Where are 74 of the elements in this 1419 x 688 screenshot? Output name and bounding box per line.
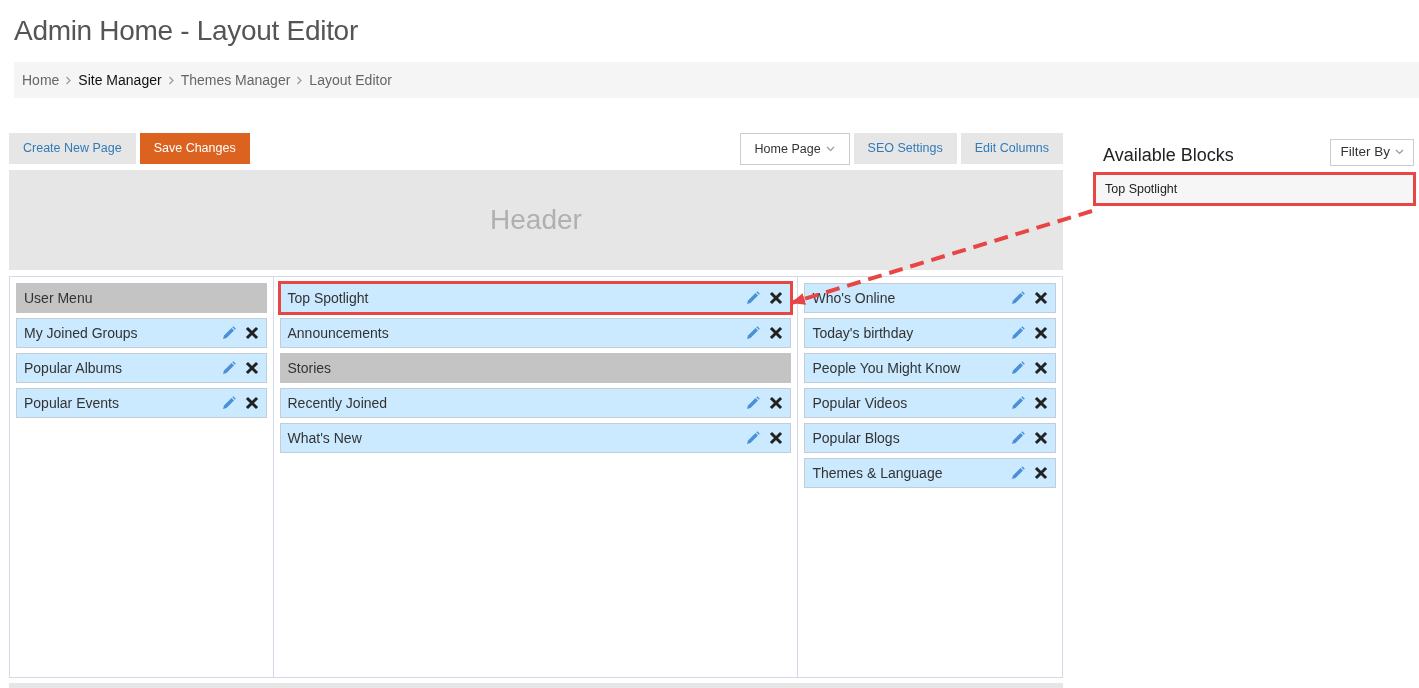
edit-icon[interactable] [1011,361,1025,375]
block-row[interactable]: Themes & Language [804,458,1056,488]
breadcrumb-link[interactable]: Site Manager [78,69,162,91]
block-row[interactable]: Popular Videos [804,388,1056,418]
close-icon[interactable] [1034,431,1048,445]
block-row[interactable]: Recently Joined [279,388,792,418]
close-icon[interactable] [244,326,259,340]
edit-icon[interactable] [221,396,236,410]
toolbar-button[interactable]: Edit Columns [960,133,1063,164]
close-icon[interactable] [1034,466,1048,480]
close-icon[interactable] [1034,396,1048,410]
block-label: Top Spotlight [287,288,370,308]
page-title: Admin Home - Layout Editor [14,14,359,48]
block-row[interactable]: Announcements [279,318,792,348]
block-row[interactable]: Popular Blogs [804,423,1056,453]
panel-title: Available Blocks [1103,143,1234,167]
chevron-icon [65,75,73,85]
block-label: Announcements [287,323,390,343]
block-row[interactable]: Popular Events [16,388,267,418]
edit-icon[interactable] [746,396,761,410]
edit-icon[interactable] [1011,326,1025,340]
close-icon[interactable] [1034,326,1048,340]
block-label: Themes & Language [812,463,944,483]
close-icon[interactable] [769,326,784,340]
edit-icon[interactable] [221,326,236,340]
edit-icon[interactable] [746,431,761,445]
section-row[interactable]: Stories [279,353,792,383]
toolbar-button[interactable]: Create New Page [9,133,136,164]
block-row[interactable]: Popular Albums [16,353,267,383]
block-row[interactable]: Top Spotlight [279,283,792,313]
breadcrumb-link[interactable]: Home [22,69,60,91]
block-row[interactable]: Who's Online [804,283,1056,313]
toolbar-button[interactable]: Save Changes [139,133,250,164]
block-row[interactable]: My Joined Groups [16,318,267,348]
close-icon[interactable] [244,361,259,375]
block-label: My Joined Groups [24,323,139,343]
chevron-icon [296,75,304,85]
block-label: Popular Events [24,393,120,413]
edit-icon[interactable] [1011,396,1025,410]
block-label: Who's Online [812,288,897,308]
close-icon[interactable] [769,431,784,445]
edit-icon[interactable] [1011,431,1025,445]
block-row[interactable]: What's New [279,423,792,453]
edit-icon[interactable] [1011,466,1025,480]
close-icon[interactable] [769,396,784,410]
block-label: User Menu [24,288,94,308]
caret-icon [825,146,835,152]
block-label: People You Might Know [812,358,962,378]
block-label: Recently Joined [287,393,389,413]
block-label: Popular Blogs [812,428,901,448]
block-label: Popular Videos [812,393,909,413]
edit-icon[interactable] [221,361,236,375]
edit-icon[interactable] [746,291,761,305]
filter-dropdown[interactable]: Filter By [1330,138,1414,166]
close-icon[interactable] [769,291,784,305]
edit-icon[interactable] [1011,291,1025,305]
block-row[interactable]: People You Might Know [804,353,1056,383]
chevron-icon [167,75,175,85]
edit-icon[interactable] [746,326,761,340]
close-icon[interactable] [1034,361,1048,375]
block-label: What's New [287,428,363,448]
close-icon[interactable] [244,396,259,410]
block-row[interactable]: Today's birthday [804,318,1056,348]
block-label: Today's birthday [812,323,915,343]
page-dropdown[interactable]: Home Page [739,133,850,165]
block-label: Popular Albums [24,358,124,378]
breadcrumb-link[interactable]: Themes Manager [180,69,291,91]
close-icon[interactable] [1034,291,1048,305]
breadcrumb-link[interactable]: Layout Editor [309,69,392,91]
available-block[interactable]: Top Spotlight [1095,174,1414,204]
caret-icon [1395,149,1404,155]
block-label: Stories [287,358,333,378]
toolbar-button[interactable]: SEO Settings [853,133,957,164]
section-row[interactable]: User Menu [16,283,267,313]
